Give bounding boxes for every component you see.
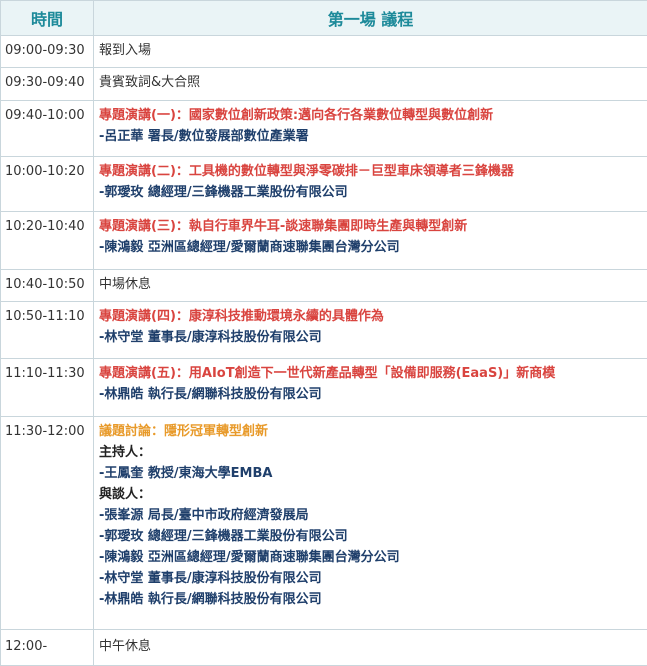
table-row: 10:20-10:40 專題演講(三)：執自行車界牛耳-談速聯集團即時生產與轉型… [1, 212, 647, 270]
panelist-name: -郭璦玫 總經理/三鋒機器工業股份有限公司 [99, 526, 647, 547]
program-cell: 貴賓致詞&大合照 [94, 68, 647, 101]
talk-title: 專題演講(二)：工具機的數位轉型與淨零碳排－巨型車床領導者三鋒機器 [99, 161, 647, 182]
program-column-header: 第一場 議程 [94, 1, 647, 36]
talk-title: 專題演講(四)：康淳科技推動環境永續的具體作為 [99, 306, 647, 327]
speaker-name: -陳鴻毅 亞洲區總經理/愛爾蘭商速聯集團台灣分公司 [99, 237, 647, 258]
speaker-name: -呂正華 署長/數位發展部數位產業署 [99, 126, 647, 147]
moderator-label: 主持人： [99, 442, 647, 463]
speaker-name: -林鼎皓 執行長/網聯科技股份有限公司 [99, 384, 647, 405]
program-cell: 專題演講(一)：國家數位創新政策:邁向各行各業數位轉型與數位創新 -呂正華 署長… [94, 101, 647, 157]
table-row: 10:00-10:20 專題演講(二)：工具機的數位轉型與淨零碳排－巨型車床領導… [1, 157, 647, 212]
program-cell: 專題演講(四)：康淳科技推動環境永續的具體作為 -林守堂 董事長/康淳科技股份有… [94, 302, 647, 359]
speaker-name: -郭璦玫 總經理/三鋒機器工業股份有限公司 [99, 182, 647, 203]
talk-title: 專題演講(三)：執自行車界牛耳-談速聯集團即時生產與轉型創新 [99, 216, 647, 237]
table-row: 09:00-09:30 報到入場 [1, 36, 647, 68]
table-row: 10:50-11:10 專題演講(四)：康淳科技推動環境永續的具體作為 -林守堂… [1, 302, 647, 359]
time-cell: 10:20-10:40 [1, 212, 93, 237]
time-cell: 11:10-11:30 [1, 359, 93, 384]
time-cell: 09:00-09:30 [1, 36, 93, 61]
table-row: 12:00- 中午休息 [1, 630, 647, 666]
panel-title: 議題討論：隱形冠軍轉型創新 [99, 421, 647, 442]
agenda-table: 時間 第一場 議程 09:00-09:30 報到入場 09:30-09:40 貴… [0, 0, 647, 666]
table-row: 11:30-12:00 議題討論：隱形冠軍轉型創新 主持人： -王鳳奎 教授/東… [1, 417, 647, 630]
time-column-header: 時間 [1, 1, 94, 36]
time-cell: 10:40-10:50 [1, 270, 93, 295]
session-text: 報到入場 [99, 40, 647, 61]
table-row: 11:10-11:30 專題演講(五)：用AIoT創造下一世代新產品轉型「設備即… [1, 359, 647, 417]
table-row: 10:40-10:50 中場休息 [1, 270, 647, 302]
program-cell: 專題演講(五)：用AIoT創造下一世代新產品轉型「設備即服務(EaaS)」新商模… [94, 359, 647, 417]
speaker-name: -林守堂 董事長/康淳科技股份有限公司 [99, 327, 647, 348]
moderator-name: -王鳳奎 教授/東海大學EMBA [99, 463, 647, 484]
program-cell: 中午休息 [94, 630, 647, 666]
time-cell: 11:30-12:00 [1, 417, 93, 442]
panelist-name: -林鼎皓 執行長/網聯科技股份有限公司 [99, 589, 647, 610]
time-cell: 12:00- [1, 630, 93, 657]
program-cell: 專題演講(二)：工具機的數位轉型與淨零碳排－巨型車床領導者三鋒機器 -郭璦玫 總… [94, 157, 647, 212]
program-cell: 中場休息 [94, 270, 647, 302]
time-cell: 10:50-11:10 [1, 302, 93, 327]
table-row: 09:40-10:00 專題演講(一)：國家數位創新政策:邁向各行各業數位轉型與… [1, 101, 647, 157]
header-row: 時間 第一場 議程 [1, 1, 647, 36]
panelists-label: 與談人： [99, 484, 647, 505]
time-cell: 10:00-10:20 [1, 157, 93, 182]
session-text: 中場休息 [99, 274, 647, 295]
time-cell: 09:30-09:40 [1, 68, 93, 93]
panelist-name: -張峯源 局長/臺中市政府經濟發展局 [99, 505, 647, 526]
panelist-name: -林守堂 董事長/康淳科技股份有限公司 [99, 568, 647, 589]
talk-title: 專題演講(五)：用AIoT創造下一世代新產品轉型「設備即服務(EaaS)」新商模 [99, 363, 647, 384]
table-row: 09:30-09:40 貴賓致詞&大合照 [1, 68, 647, 101]
panelist-name: -陳鴻毅 亞洲區總經理/愛爾蘭商速聯集團台灣分公司 [99, 547, 647, 568]
program-cell: 議題討論：隱形冠軍轉型創新 主持人： -王鳳奎 教授/東海大學EMBA 與談人：… [94, 417, 647, 630]
session-text: 貴賓致詞&大合照 [99, 72, 647, 93]
session-text: 中午休息 [99, 636, 647, 657]
time-cell: 09:40-10:00 [1, 101, 93, 126]
program-cell: 報到入場 [94, 36, 647, 68]
program-cell: 專題演講(三)：執自行車界牛耳-談速聯集團即時生產與轉型創新 -陳鴻毅 亞洲區總… [94, 212, 647, 270]
talk-title: 專題演講(一)：國家數位創新政策:邁向各行各業數位轉型與數位創新 [99, 105, 647, 126]
